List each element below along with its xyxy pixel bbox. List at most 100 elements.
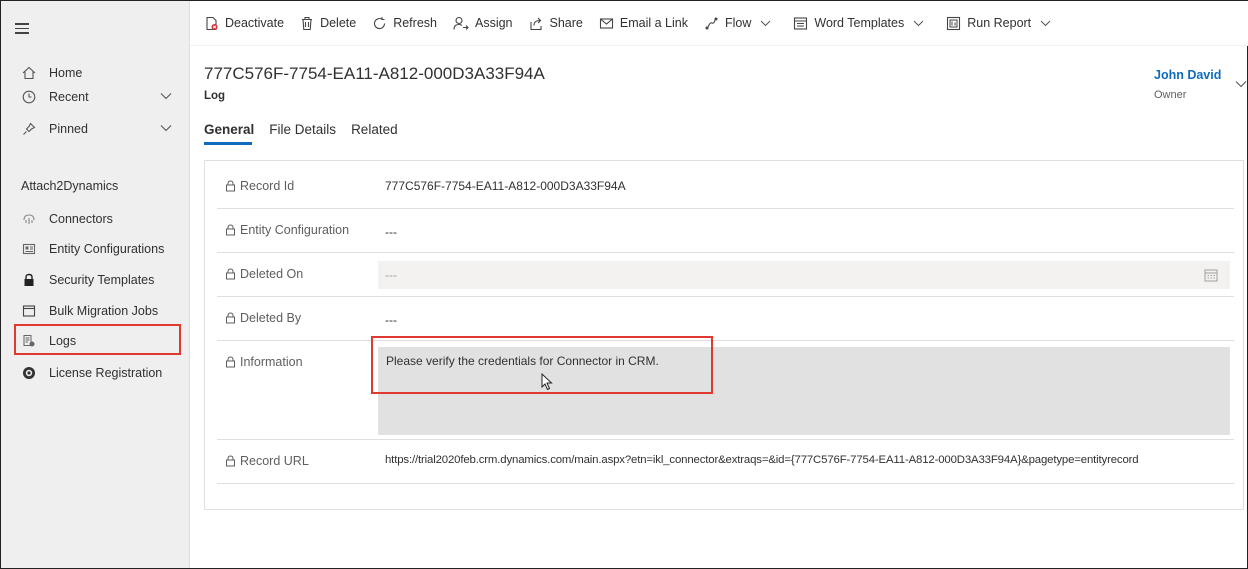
field-label-text: Entity Configuration xyxy=(240,223,350,237)
field-label-deleted-by: Deleted By xyxy=(225,311,301,325)
field-row-deleted-on: Deleted On --- xyxy=(217,253,1234,297)
form-tabs: General File Details Related xyxy=(204,122,413,145)
lock-icon xyxy=(226,356,235,368)
tab-file-details[interactable]: File Details xyxy=(269,122,336,145)
chevron-down-icon[interactable] xyxy=(1235,80,1247,88)
field-label-text: Deleted On xyxy=(240,267,304,281)
field-label-deleted-on: Deleted On xyxy=(225,267,303,281)
email-link-label: Email a Link xyxy=(619,16,688,30)
word-templates-button[interactable]: Word Templates xyxy=(785,7,938,39)
email-icon xyxy=(599,17,613,29)
deleted-on-value: --- xyxy=(385,268,397,282)
record-id-value[interactable]: 777C576F-7754-EA11-A812-000D3A33F94A xyxy=(385,179,626,193)
sidebar: Home Recent Pinned Attach2Dynamics Conne… xyxy=(1,1,190,568)
record-title: 777C576F-7754-EA11-A812-000D3A33F94A xyxy=(204,64,545,83)
word-templates-label: Word Templates xyxy=(814,16,905,30)
sidebar-item-label: License Registration xyxy=(49,366,163,380)
field-row-deleted-by: Deleted By --- xyxy=(217,297,1234,341)
license-icon xyxy=(21,365,37,381)
sidebar-item-label: Entity Configurations xyxy=(49,242,165,256)
sidebar-item-entity-configurations[interactable]: Entity Configurations xyxy=(1,235,190,263)
lock-icon xyxy=(226,224,235,236)
deleted-by-value[interactable]: --- xyxy=(385,313,397,327)
field-label-text: Information xyxy=(240,355,303,369)
flow-button[interactable]: Flow xyxy=(696,7,785,39)
field-label-record-id: Record Id xyxy=(225,179,294,193)
sidebar-section-title: Attach2Dynamics xyxy=(21,179,119,193)
sidebar-item-pinned[interactable]: Pinned xyxy=(1,115,190,143)
sidebar-item-license-registration[interactable]: License Registration xyxy=(1,359,190,387)
general-section: Record Id 777C576F-7754-EA11-A812-000D3A… xyxy=(204,160,1244,510)
hamburger-menu-icon[interactable] xyxy=(15,23,29,34)
sidebar-item-label: Bulk Migration Jobs xyxy=(49,304,159,318)
tab-related[interactable]: Related xyxy=(351,122,398,145)
flow-icon xyxy=(705,17,718,29)
field-label-record-url: Record URL xyxy=(225,454,309,468)
chevron-down-icon xyxy=(761,20,771,26)
field-label-information: Information xyxy=(225,355,303,369)
pin-icon xyxy=(21,121,37,137)
field-row-entity-configuration: Entity Configuration --- xyxy=(217,209,1234,253)
connector-icon xyxy=(21,211,37,227)
lock-icon xyxy=(226,455,235,467)
chevron-down-icon[interactable] xyxy=(160,92,172,100)
lock-icon xyxy=(21,272,37,288)
record-entity-type: Log xyxy=(204,90,226,102)
deactivate-icon xyxy=(206,16,218,30)
calendar-icon[interactable] xyxy=(1204,268,1218,282)
owner-label: Owner xyxy=(1154,89,1187,101)
email-link-button[interactable]: Email a Link xyxy=(591,7,696,39)
refresh-label: Refresh xyxy=(393,16,437,30)
refresh-button[interactable]: Refresh xyxy=(364,7,445,39)
run-report-label: Run Report xyxy=(967,16,1032,30)
clock-icon xyxy=(21,89,37,105)
chevron-down-icon xyxy=(1040,20,1051,26)
lock-icon xyxy=(226,268,235,280)
share-label: Share xyxy=(549,16,583,30)
deactivate-button[interactable]: Deactivate xyxy=(196,7,292,39)
sidebar-item-label: Connectors xyxy=(49,212,113,226)
share-button[interactable]: Share xyxy=(521,7,591,39)
delete-button[interactable]: Delete xyxy=(292,7,364,39)
assign-label: Assign xyxy=(474,16,513,30)
window-icon xyxy=(21,303,37,319)
delete-label: Delete xyxy=(320,16,357,30)
field-label-text: Record URL xyxy=(240,454,309,468)
word-template-icon xyxy=(794,16,808,30)
run-report-button[interactable]: Run Report xyxy=(938,7,1065,39)
sidebar-item-security-templates[interactable]: Security Templates xyxy=(1,266,190,294)
field-label-text: Record Id xyxy=(240,179,295,193)
entity-configuration-value[interactable]: --- xyxy=(385,225,397,239)
field-row-record-id: Record Id 777C576F-7754-EA11-A812-000D3A… xyxy=(217,165,1234,209)
sidebar-item-recent[interactable]: Recent xyxy=(1,83,190,111)
field-label-text: Deleted By xyxy=(240,311,302,325)
sidebar-item-label: Pinned xyxy=(49,122,88,136)
deleted-on-date-field[interactable]: --- xyxy=(378,261,1230,289)
lock-icon xyxy=(226,312,235,324)
sidebar-item-connectors[interactable]: Connectors xyxy=(1,205,190,233)
assign-button[interactable]: Assign xyxy=(445,7,521,39)
chevron-down-icon xyxy=(913,20,924,26)
assign-icon xyxy=(453,16,469,30)
report-icon xyxy=(947,16,961,30)
command-bar: Deactivate Delete Refresh Assign Share E… xyxy=(190,1,1248,46)
refresh-icon xyxy=(374,16,386,29)
chevron-down-icon[interactable] xyxy=(160,124,172,132)
mouse-cursor-icon xyxy=(541,373,553,391)
sidebar-item-label: Recent xyxy=(49,90,89,104)
tab-general[interactable]: General xyxy=(204,122,254,145)
sidebar-item-bulk-migration-jobs[interactable]: Bulk Migration Jobs xyxy=(1,297,190,325)
deactivate-label: Deactivate xyxy=(225,16,285,30)
sidebar-item-label: Security Templates xyxy=(49,273,155,287)
share-icon xyxy=(529,17,542,30)
record-url-value[interactable]: https://trial2020feb.crm.dynamics.com/ma… xyxy=(385,454,1139,466)
sidebar-item-label: Home xyxy=(49,66,83,80)
trash-icon xyxy=(302,16,313,30)
entity-config-icon xyxy=(21,241,37,257)
owner-name-link[interactable]: John David xyxy=(1154,68,1221,82)
flow-label: Flow xyxy=(724,16,752,30)
field-row-record-url: Record URL https://trial2020feb.crm.dyna… xyxy=(217,440,1234,484)
lock-icon xyxy=(226,180,235,192)
logs-highlight-box xyxy=(14,324,181,355)
field-label-entity-configuration: Entity Configuration xyxy=(225,223,349,237)
